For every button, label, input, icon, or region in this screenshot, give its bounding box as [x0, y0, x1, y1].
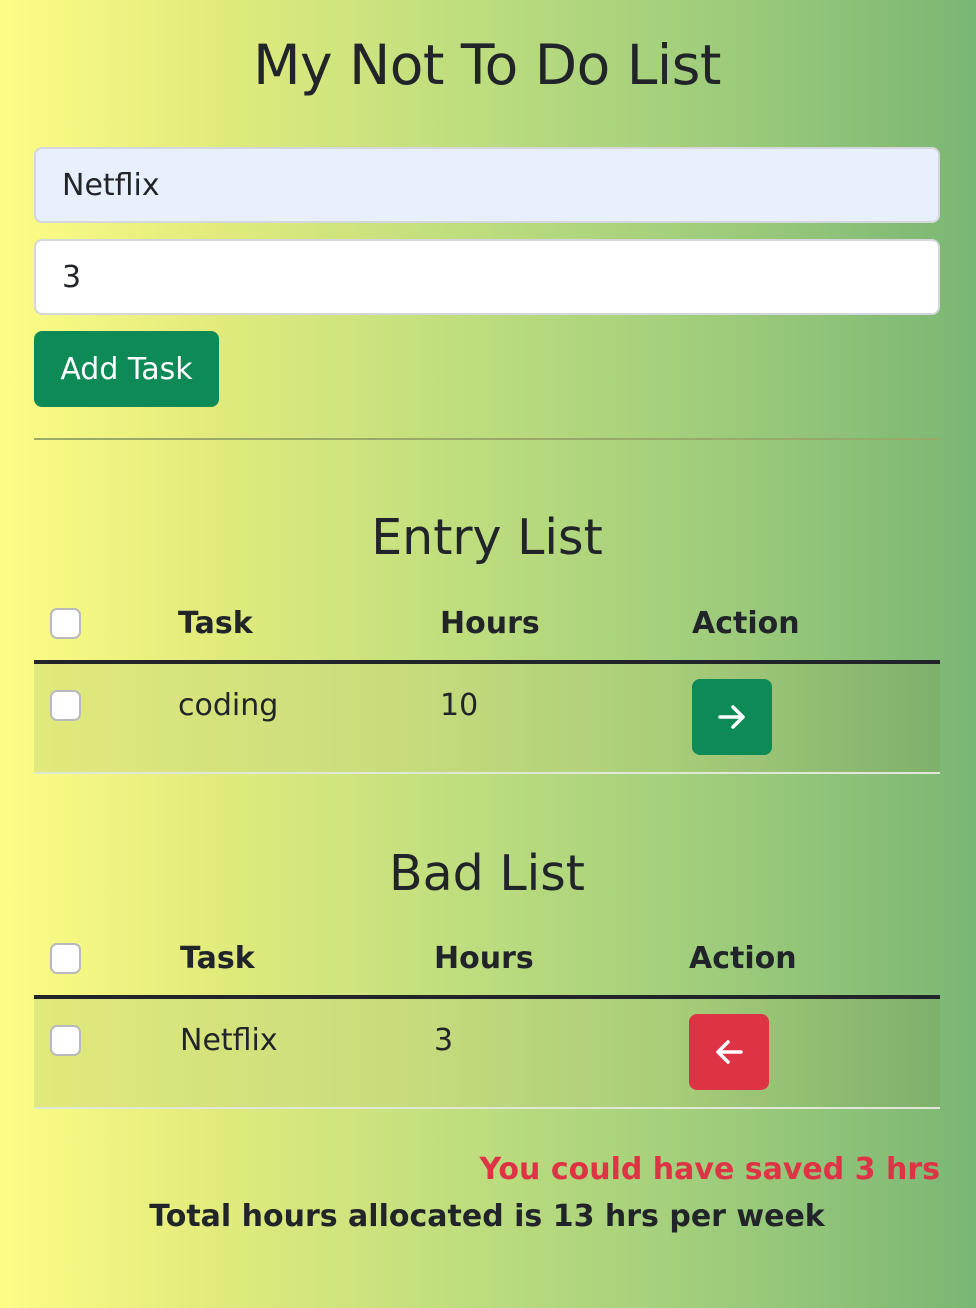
page-title: My Not To Do List — [253, 33, 721, 97]
entry-list-header-row: Task Hours Action — [34, 596, 940, 664]
bad-list-title: Bad List — [389, 845, 585, 902]
entry-header-task: Task — [178, 606, 253, 641]
bad-list-table: Task Hours Action Netflix 3 — [34, 931, 940, 1109]
row-hours: 3 — [434, 1023, 454, 1058]
bad-select-all-checkbox[interactable] — [50, 943, 81, 974]
row-task: Netflix — [180, 1023, 278, 1058]
row-checkbox[interactable] — [50, 1025, 81, 1056]
arrow-left-icon — [716, 1040, 743, 1064]
add-task-button[interactable]: Add Task — [34, 331, 219, 407]
row-hours: 10 — [440, 688, 479, 723]
saved-hours-text: You could have saved 3 hrs — [479, 1152, 940, 1187]
entry-list-table: Task Hours Action coding 10 — [34, 596, 940, 774]
table-row: Netflix 3 — [34, 999, 940, 1109]
total-hours-text: Total hours allocated is 13 hrs per week — [149, 1199, 825, 1234]
bad-header-task: Task — [180, 941, 255, 976]
move-to-entry-list-button[interactable] — [689, 1014, 769, 1090]
table-row: coding 10 — [34, 664, 940, 774]
arrow-right-icon — [718, 705, 745, 729]
bad-list-header-row: Task Hours Action — [34, 931, 940, 999]
move-to-bad-list-button[interactable] — [692, 679, 772, 755]
entry-header-hours: Hours — [440, 606, 540, 641]
bad-header-hours: Hours — [434, 941, 534, 976]
entry-list-title: Entry List — [371, 509, 603, 566]
entry-select-all-checkbox[interactable] — [50, 608, 81, 639]
row-task: coding — [178, 688, 279, 723]
divider — [34, 438, 940, 440]
task-input[interactable] — [34, 147, 940, 223]
entry-header-action: Action — [692, 606, 800, 641]
row-checkbox[interactable] — [50, 690, 81, 721]
bad-header-action: Action — [689, 941, 797, 976]
hours-input[interactable] — [34, 239, 940, 315]
